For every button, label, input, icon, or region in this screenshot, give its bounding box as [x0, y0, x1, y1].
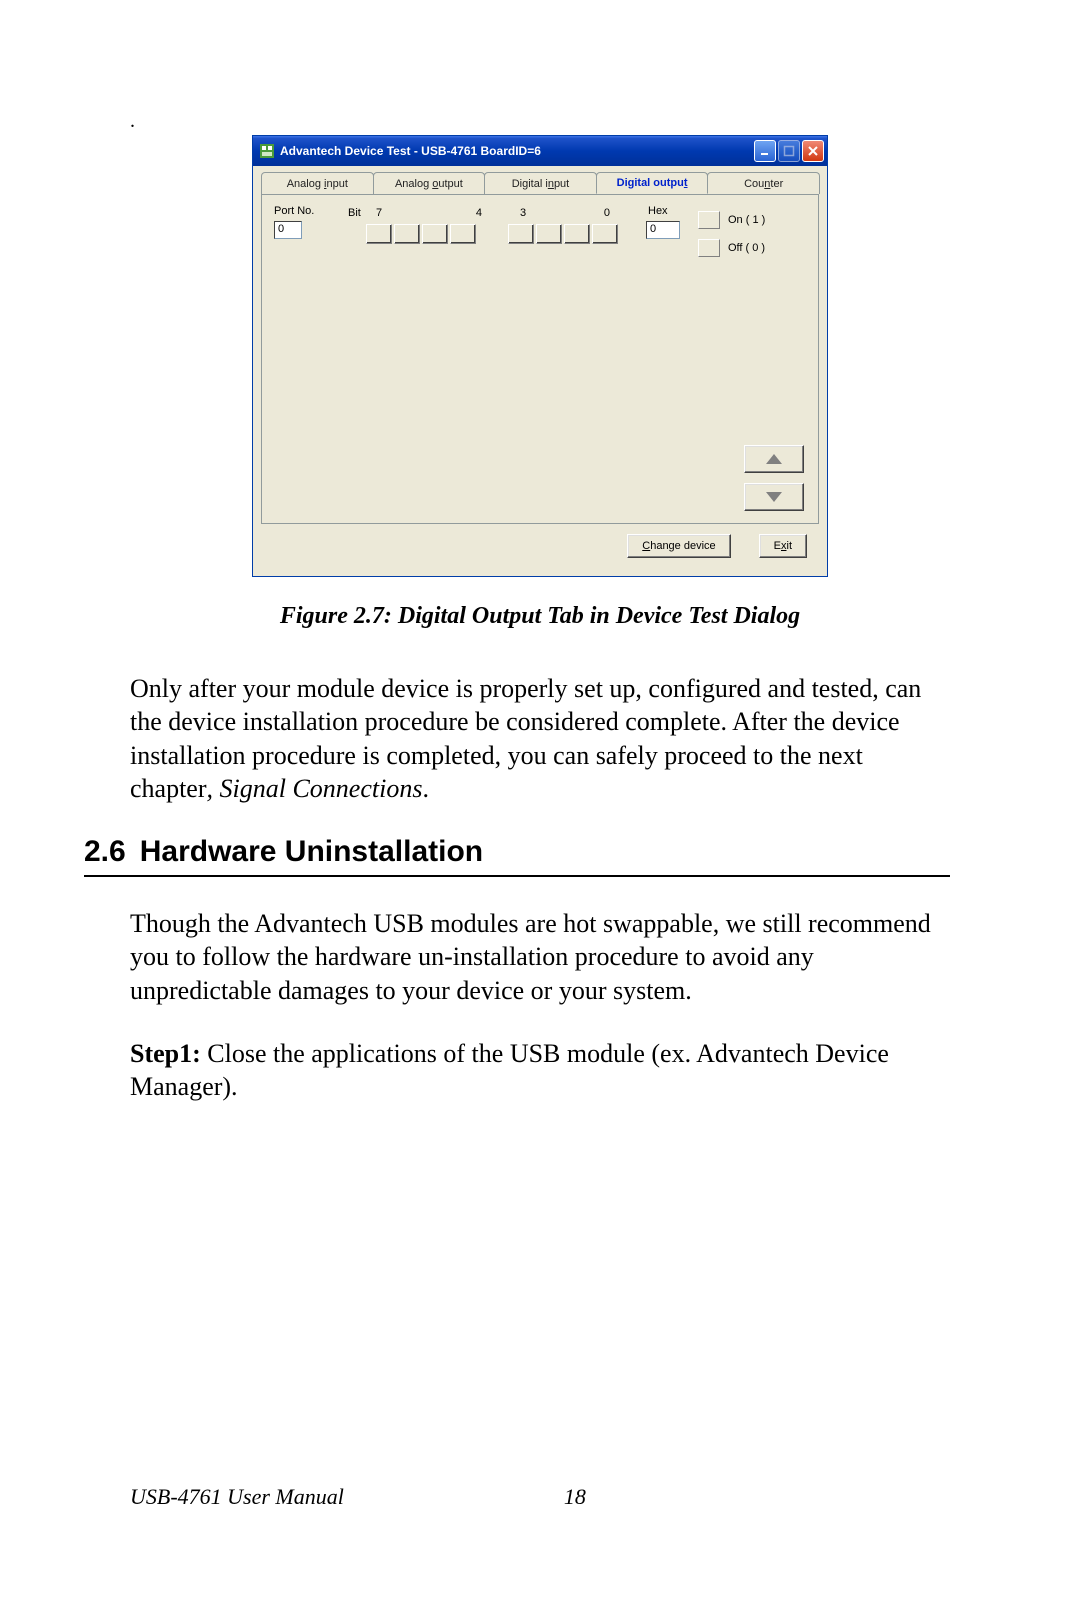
legend-on-label: On ( 1 ) [728, 214, 765, 226]
page-footer: USB-4761 User Manual 18 [130, 1484, 950, 1510]
section-number: 2.6 [84, 835, 126, 868]
footer-page-number: 18 [564, 1484, 586, 1510]
bit-button-3[interactable] [508, 224, 534, 244]
app-icon [259, 143, 275, 159]
tab-strip: Analog input Analog output Digital input… [261, 172, 819, 194]
digital-output-panel: Port No. 0 Bit 7 4 [261, 194, 819, 524]
bit-7-label: 7 [376, 207, 382, 219]
tab-digital-input[interactable]: Digital input [484, 172, 597, 194]
section-title: Hardware Uninstallation [140, 835, 483, 868]
leading-dot: . [130, 110, 950, 133]
bit-button-7[interactable] [366, 224, 392, 244]
paragraph-1-italic: , Signal Connections [207, 774, 423, 803]
step-1: Step1: Close the applications of the USB… [130, 1037, 950, 1104]
bit-button-5[interactable] [422, 224, 448, 244]
window-title: Advantech Device Test - USB-4761 BoardID… [280, 144, 754, 158]
footer-title: USB-4761 User Manual [130, 1484, 344, 1510]
bit-button-2[interactable] [536, 224, 562, 244]
legend-on-swatch [698, 211, 720, 229]
legend-off-swatch [698, 239, 720, 257]
paragraph-2: Though the Advantech USB modules are hot… [130, 907, 950, 1007]
change-device-button[interactable]: Change device [627, 534, 730, 558]
tab-analog-output[interactable]: Analog output [373, 172, 486, 194]
exit-button[interactable]: Exit [759, 534, 807, 558]
hex-value: 0 [646, 221, 680, 239]
tab-analog-input[interactable]: Analog input [261, 172, 374, 194]
minimize-button[interactable] [754, 140, 776, 162]
legend-off-label: Off ( 0 ) [728, 242, 765, 254]
step-1-label: Step1: [130, 1039, 201, 1068]
port-no-value: 0 [274, 221, 302, 239]
hex-label: Hex [646, 205, 680, 217]
close-button[interactable] [802, 140, 824, 162]
bit-3-label: 3 [520, 207, 526, 219]
bit-label: Bit [348, 207, 368, 219]
scroll-up-button[interactable] [744, 445, 804, 473]
titlebar: Advantech Device Test - USB-4761 BoardID… [253, 136, 827, 166]
figure-caption: Figure 2.7: Digital Output Tab in Device… [130, 603, 950, 630]
bit-button-4[interactable] [450, 224, 476, 244]
bit-0-label: 0 [604, 207, 610, 219]
maximize-button[interactable] [778, 140, 800, 162]
section-heading-wrap: 2.6 Hardware Uninstallation [84, 835, 950, 877]
paragraph-1: Only after your module device is properl… [130, 672, 950, 805]
bit-button-1[interactable] [564, 224, 590, 244]
paragraph-1-end: . [422, 774, 429, 803]
device-test-dialog: Advantech Device Test - USB-4761 BoardID… [252, 135, 828, 577]
bit-button-6[interactable] [394, 224, 420, 244]
scroll-down-button[interactable] [744, 483, 804, 511]
bit-4-label: 4 [476, 207, 482, 219]
step-1-text: Close the applications of the USB module… [130, 1039, 889, 1101]
bit-button-0[interactable] [592, 224, 618, 244]
port-no-label: Port No. [274, 205, 314, 217]
tab-digital-output[interactable]: Digital output [596, 172, 709, 194]
tab-counter[interactable]: Counter [707, 172, 820, 194]
dialog-screenshot: Advantech Device Test - USB-4761 BoardID… [130, 135, 950, 577]
